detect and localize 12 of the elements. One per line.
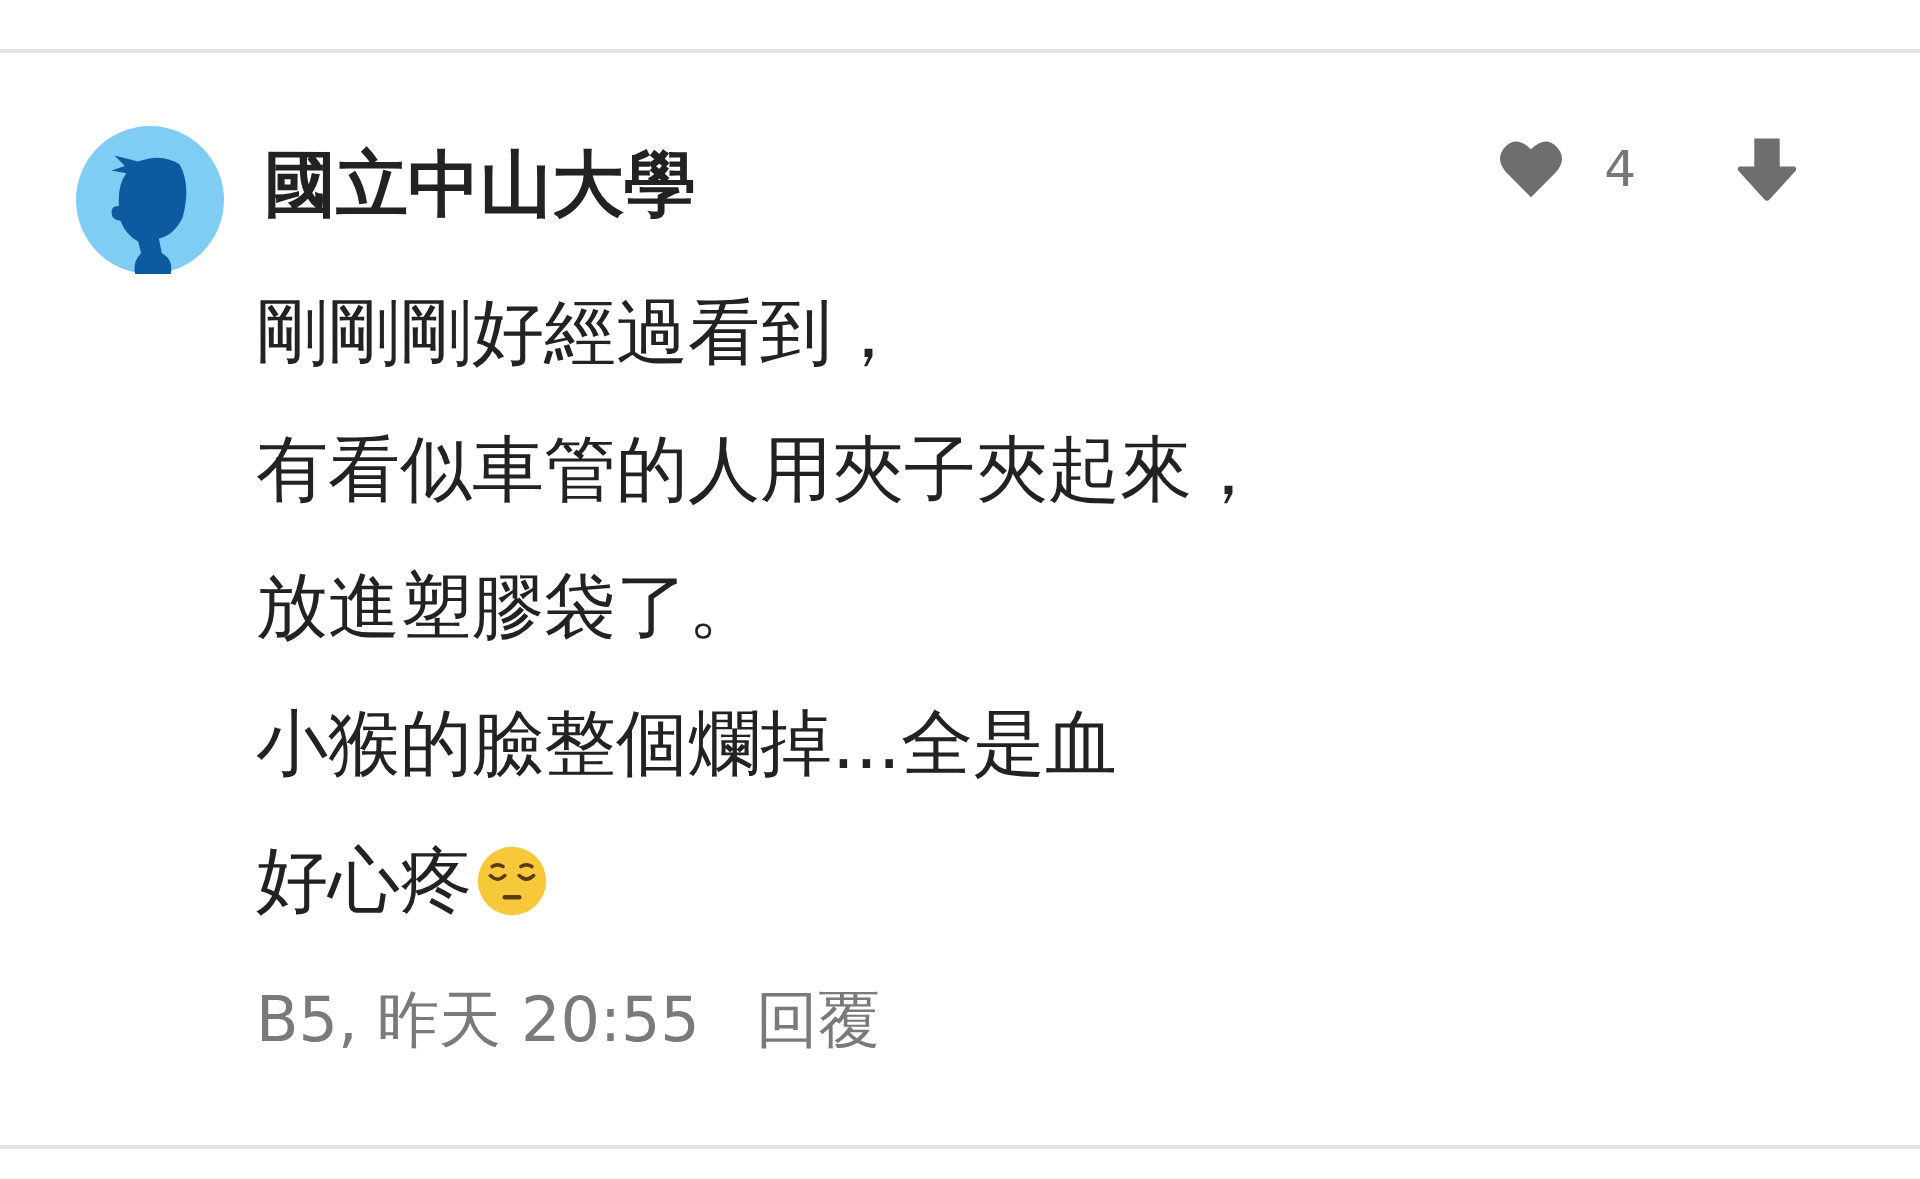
avatar-icon	[76, 126, 224, 274]
pensive-face-icon	[476, 844, 548, 917]
comment-text: 小猴的臉整個爛掉...全是血	[256, 699, 1117, 787]
author-name: 國立中山大學	[264, 144, 696, 224]
like-count: 4	[1604, 140, 1636, 198]
reply-link[interactable]: 回覆	[755, 978, 880, 1062]
comment-meta: B5, 昨天 20:55	[256, 982, 700, 1058]
comment-text: 有看似車管的人用夾子夾起來，	[256, 425, 1264, 513]
down-arrow-icon[interactable]	[1736, 136, 1798, 202]
comment-text: 好心疼	[256, 836, 472, 924]
comment-text: 剛剛剛好經過看到，	[256, 288, 904, 376]
comment-text: 放進塑膠袋了。	[256, 562, 760, 650]
